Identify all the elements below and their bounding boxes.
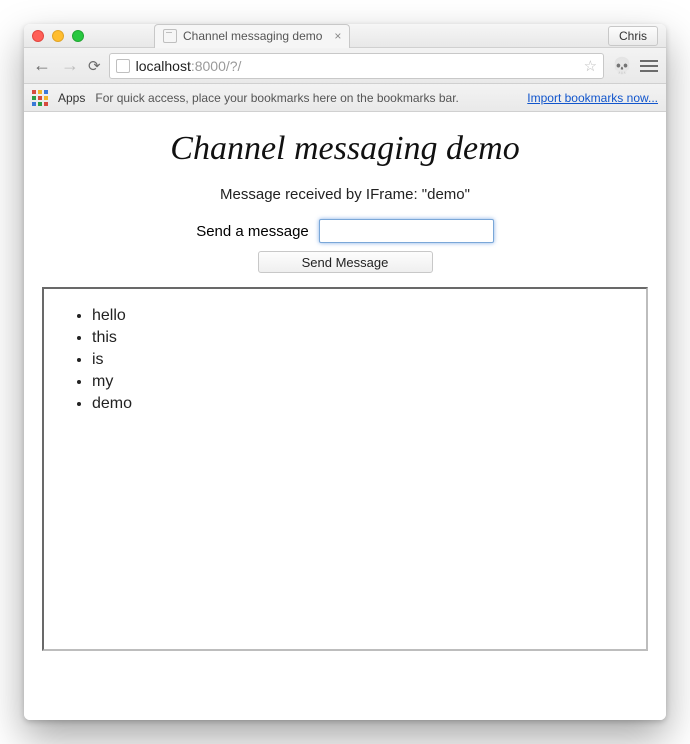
message-input[interactable] <box>319 219 494 243</box>
toolbar: ← → ⟳ localhost:8000/?/ ☆ 💀 <box>24 48 666 84</box>
tab-title: Channel messaging demo <box>183 29 322 43</box>
address-bar[interactable]: localhost:8000/?/ ☆ <box>109 53 605 79</box>
status-text: Message received by IFrame: "demo" <box>24 186 666 203</box>
list-item: demo <box>92 395 624 413</box>
message-list: hello this is my demo <box>66 307 624 413</box>
apps-icon[interactable] <box>32 90 48 106</box>
list-item: this <box>92 329 624 347</box>
forward-button[interactable]: → <box>60 55 80 76</box>
close-window-button[interactable] <box>32 30 44 42</box>
url-text: localhost:8000/?/ <box>136 58 242 74</box>
import-bookmarks-link[interactable]: Import bookmarks now... <box>527 91 658 105</box>
extension-icon[interactable]: 💀 <box>612 56 632 76</box>
window-controls <box>32 30 84 42</box>
list-item: hello <box>92 307 624 325</box>
bookmark-star-icon[interactable]: ☆ <box>584 57 597 75</box>
page-title: Channel messaging demo <box>24 130 666 168</box>
send-message-button[interactable]: Send Message <box>258 251 433 273</box>
list-item: my <box>92 373 624 391</box>
site-info-icon[interactable] <box>116 59 130 73</box>
page-content: Channel messaging demo Message received … <box>24 112 666 720</box>
bookmarks-tip: For quick access, place your bookmarks h… <box>95 91 459 105</box>
minimize-window-button[interactable] <box>52 30 64 42</box>
reload-button[interactable]: ⟳ <box>88 57 101 75</box>
page-icon <box>163 29 177 43</box>
back-button[interactable]: ← <box>32 55 52 76</box>
iframe-panel: hello this is my demo <box>42 287 648 651</box>
apps-label[interactable]: Apps <box>58 91 85 105</box>
message-label: Send a message <box>196 223 309 240</box>
list-item: is <box>92 351 624 369</box>
close-tab-icon[interactable]: × <box>334 29 341 43</box>
menu-button[interactable] <box>640 60 658 72</box>
message-form: Send a message <box>24 219 666 243</box>
browser-tab[interactable]: Channel messaging demo × <box>154 24 350 48</box>
window-titlebar: Channel messaging demo × Chris <box>24 24 666 48</box>
maximize-window-button[interactable] <box>72 30 84 42</box>
bookmarks-bar: Apps For quick access, place your bookma… <box>24 84 666 112</box>
profile-button[interactable]: Chris <box>608 26 658 46</box>
browser-window: Channel messaging demo × Chris ← → ⟳ loc… <box>24 24 666 720</box>
